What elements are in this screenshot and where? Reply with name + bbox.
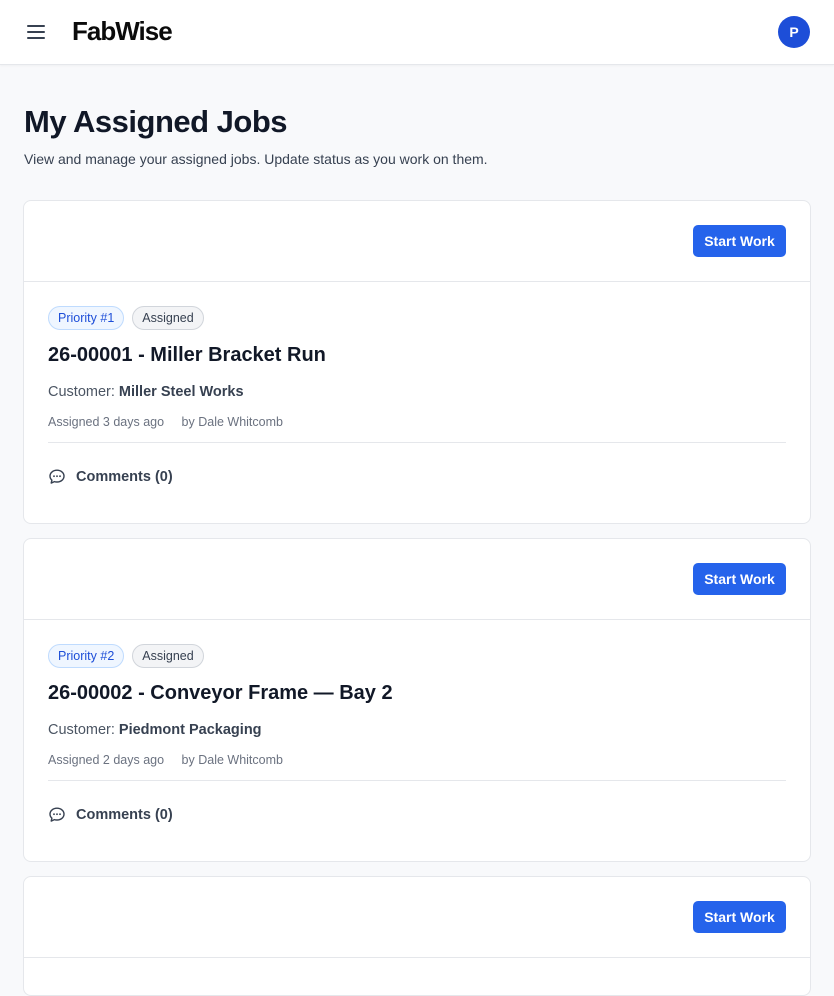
priority-badge: Priority #1 xyxy=(48,306,125,330)
assigned-by: by Dale Whitcomb xyxy=(181,415,283,429)
job-title: 26-00002 - Conveyor Frame — Bay 2 xyxy=(48,682,393,704)
status-badge: Assigned xyxy=(132,644,204,668)
comments-label: Comments (0) xyxy=(76,807,173,823)
start-work-button[interactable]: Start Work xyxy=(693,225,786,257)
menu-icon[interactable] xyxy=(26,23,46,41)
status-badge: Assigned xyxy=(132,306,204,330)
comments-label: Comments (0) xyxy=(76,469,173,485)
priority-badge: Priority #2 xyxy=(48,644,125,668)
start-work-button[interactable]: Start Work xyxy=(693,901,786,933)
comment-icon xyxy=(49,807,65,822)
job-card-header: Start Work xyxy=(24,877,810,958)
divider xyxy=(48,442,786,443)
job-badges: Priority #2 Assigned xyxy=(48,644,786,668)
top-bar: FabWise P xyxy=(0,0,834,65)
app-logo[interactable]: FabWise xyxy=(72,16,173,47)
job-card-header: Start Work xyxy=(24,539,810,620)
start-work-button[interactable]: Start Work xyxy=(693,563,786,595)
job-card-body: Priority #1 Assigned 26-00001 - Miller B… xyxy=(24,282,810,523)
job-title: 26-00001 - Miller Bracket Run xyxy=(48,344,326,366)
customer-name: Miller Steel Works xyxy=(118,384,244,400)
job-customer: Customer: Piedmont Packaging xyxy=(48,722,262,738)
job-card: Start Work xyxy=(23,876,811,996)
comments-toggle[interactable]: Comments (0) xyxy=(48,468,173,486)
divider xyxy=(48,780,786,781)
job-card-body: Priority #2 Assigned 26-00002 - Conveyor… xyxy=(24,620,810,861)
customer-label: Customer: xyxy=(48,722,115,738)
assigned-time: Assigned 2 days ago xyxy=(48,753,165,767)
user-avatar[interactable]: P xyxy=(778,16,810,48)
assigned-by: by Dale Whitcomb xyxy=(181,753,283,767)
customer-label: Customer: xyxy=(48,384,115,400)
page-subtitle: View and manage your assigned jobs. Upda… xyxy=(24,151,488,167)
job-card-header: Start Work xyxy=(24,201,810,282)
comments-toggle[interactable]: Comments (0) xyxy=(48,806,173,824)
job-card: Start Work Priority #1 Assigned 26-00001… xyxy=(23,200,811,524)
job-card: Start Work Priority #2 Assigned 26-00002… xyxy=(23,538,811,862)
assigned-info: Assigned 2 days ago by Dale Whitcomb xyxy=(48,753,283,767)
page-title: My Assigned Jobs xyxy=(24,104,288,139)
job-badges: Priority #1 Assigned xyxy=(48,306,786,330)
comment-icon xyxy=(49,469,65,484)
job-customer: Customer: Miller Steel Works xyxy=(48,384,244,400)
assigned-info: Assigned 3 days ago by Dale Whitcomb xyxy=(48,415,283,429)
customer-name: Piedmont Packaging xyxy=(118,722,262,738)
assigned-time: Assigned 3 days ago xyxy=(48,415,165,429)
